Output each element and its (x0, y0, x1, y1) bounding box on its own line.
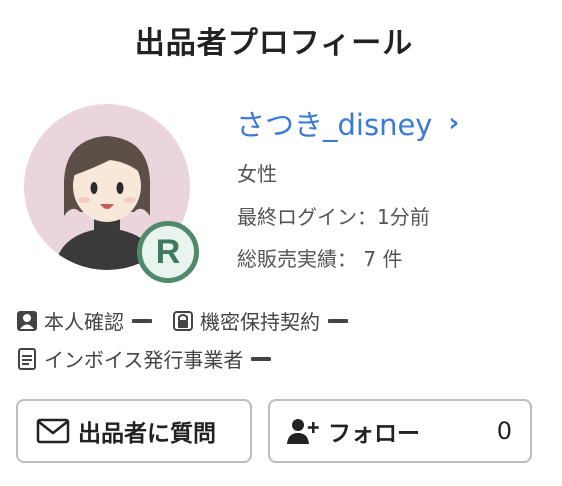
verification-identity: 本人確認 (16, 306, 152, 335)
lock-icon (172, 310, 194, 332)
ask-seller-label: 出品者に質問 (78, 421, 216, 447)
envelope-icon (36, 418, 70, 444)
last-login: 最終ログイン：1分前 (237, 205, 430, 229)
seller-gender: 女性 (237, 162, 277, 186)
verification-row-2: インボイス発行事業者 (16, 344, 291, 373)
seller-name: さつき_disney (236, 108, 433, 142)
verification-identity-label: 本人確認 (44, 310, 124, 334)
status-dash (251, 356, 272, 361)
status-dash (328, 318, 348, 323)
follow-button[interactable]: フォロー 0 (268, 399, 532, 463)
page-title: 出品者プロフィール (134, 26, 414, 61)
verification-invoice: インボイス発行事業者 (16, 344, 272, 373)
verification-nda: 機密保持契約 (172, 306, 348, 335)
verification-nda-label: 機密保持契約 (200, 310, 320, 334)
document-icon (16, 347, 38, 370)
person-card-icon (16, 310, 38, 332)
chevron-right-icon: › (448, 108, 460, 138)
follower-count: 0 (496, 417, 512, 445)
rank-badge: R (137, 221, 199, 283)
seller-name-link[interactable]: さつき_disney › (236, 102, 459, 144)
ask-seller-button[interactable]: 出品者に質問 (16, 399, 252, 463)
status-dash (132, 318, 152, 323)
verification-invoice-label: インボイス発行事業者 (44, 348, 244, 372)
seller-avatar[interactable]: R (24, 104, 208, 288)
verification-row-1: 本人確認 機密保持契約 (16, 306, 368, 335)
user-plus-icon (286, 417, 320, 445)
follow-label: フォロー (328, 421, 420, 447)
total-sales: 総販売実績： 7 件 (237, 247, 403, 271)
